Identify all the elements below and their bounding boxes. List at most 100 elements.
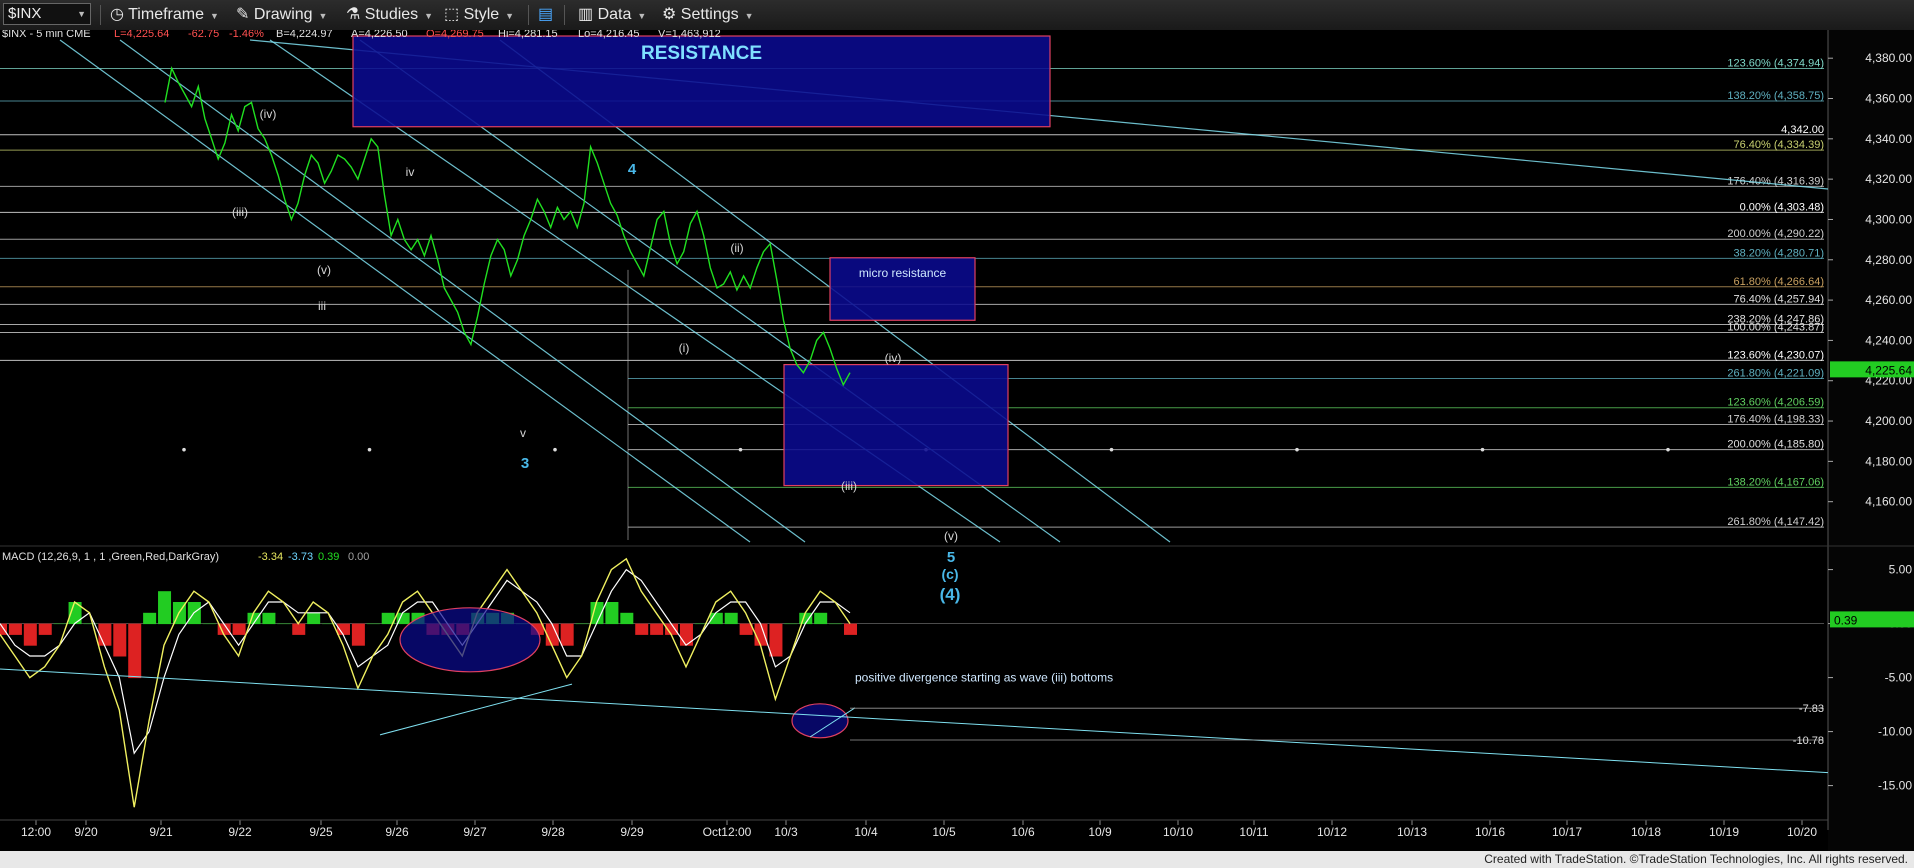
macd-histogram-bar [844, 623, 857, 635]
chevron-down-icon: ▼ [209, 11, 219, 21]
layout-button[interactable]: ▤ [538, 4, 553, 26]
macd-histogram-bar [620, 612, 634, 625]
x-tick-label: 10/6 [1011, 825, 1035, 839]
x-tick-label: 10/17 [1552, 825, 1582, 839]
macd-histogram-bar [560, 623, 574, 646]
macd-y-tick-label: 5.00 [1889, 563, 1913, 577]
x-tick-label: 10/16 [1475, 825, 1505, 839]
window-icon: ▤ [538, 6, 554, 23]
y-tick-label: 4,180.00 [1865, 454, 1912, 468]
toolbar: $INX ▼ ◷ Timeframe ▼ ✎ Drawing ▼ ⚗ Studies… [0, 0, 1914, 31]
macd-readout: 0.39 [318, 551, 339, 563]
wave-label: (iii) [841, 479, 857, 493]
macd-histogram-bar [814, 612, 828, 625]
zone-label: micro resistance [859, 266, 947, 280]
open-readout: O=4,269.75 [426, 30, 484, 40]
wave-label: (iv) [260, 107, 277, 121]
toolbar-divider [564, 5, 565, 25]
fib-level-label: 0.00% (4,303.48) [1740, 201, 1824, 213]
pivot-marker [367, 447, 372, 452]
x-tick-label: 9/20 [74, 825, 98, 839]
chevron-down-icon: ▼ [505, 11, 515, 21]
macd-level-label: -10.78 [1793, 735, 1824, 747]
y-tick-label: 4,380.00 [1865, 51, 1912, 65]
timeframe-menu[interactable]: ◷ Timeframe ▼ [110, 4, 219, 26]
macd-histogram-bar [351, 623, 365, 646]
low-readout: Lo=4,216.45 [578, 30, 639, 40]
change-pct-readout: -1.46% [229, 30, 264, 40]
pivot-marker [1109, 447, 1114, 452]
macd-annotation: positive divergence starting as wave (ii… [855, 671, 1113, 685]
macd-histogram-bar [202, 623, 216, 625]
toolbar-divider [100, 5, 101, 25]
wave-label: (v) [317, 263, 331, 277]
macd-histogram-bar [98, 623, 112, 646]
bid-readout: B=4,224.97 [276, 30, 333, 40]
gear-icon: ⚙ [662, 6, 677, 23]
symbol-text: $INX [8, 5, 42, 22]
macd-y-tick-label: -10.00 [1878, 725, 1912, 739]
last-price-label: 4,225.64 [1865, 363, 1912, 377]
macd-histogram-bar [635, 623, 649, 635]
macd-histogram-bar [128, 623, 142, 679]
drawing-menu[interactable]: ✎ Drawing ▼ [236, 4, 327, 26]
macd-y-tick-label: -15.00 [1878, 779, 1912, 793]
change-readout: -62.75 [188, 30, 219, 40]
symbol-selector[interactable]: $INX ▼ [3, 3, 91, 25]
style-menu[interactable]: ⬚ Style ▼ [444, 4, 514, 26]
fib-level-label: 176.40% (4,198.33) [1727, 413, 1824, 425]
macd-readout: -3.34 [258, 551, 283, 563]
chevron-down-icon: ▼ [424, 11, 434, 21]
macd-histogram-bar [292, 623, 306, 635]
macd-histogram-bar [724, 612, 738, 625]
fib-level-label: 138.20% (4,167.06) [1727, 476, 1824, 488]
chart-area[interactable]: 4,380.00 4,360.00 4,340.00 4,320.00 4,300.00… [0, 30, 1914, 851]
clock-icon: ◷ [110, 6, 124, 23]
ask-readout: A=4,226.50 [351, 30, 408, 40]
macd-histogram-bar [277, 623, 291, 625]
data-menu[interactable]: ▥ Data ▼ [578, 4, 646, 26]
fib-level-label: 138.20% (4,358.75) [1727, 90, 1824, 102]
wave-label: v [520, 426, 526, 440]
pivot-marker [1666, 447, 1670, 452]
wave-label: (ii) [730, 241, 743, 255]
settings-menu[interactable]: ⚙ Settings ▼ [662, 4, 754, 26]
zone-label: RESISTANCE [641, 43, 762, 64]
footer-credit: Created with TradeStation. ©TradeStation… [1484, 852, 1908, 866]
y-tick-label: 4,200.00 [1865, 414, 1912, 428]
settings-label: Settings [680, 6, 739, 23]
y-tick-label: 4,280.00 [1865, 253, 1912, 267]
studies-label: Studies [364, 6, 419, 23]
wave-label: (v) [944, 529, 958, 543]
y-tick-label: 4,320.00 [1865, 172, 1912, 186]
macd-histogram-bar [113, 623, 127, 657]
x-tick-label: 12:00 [21, 825, 51, 839]
wave-label: (i) [679, 341, 690, 355]
macd-histogram-bar [53, 623, 67, 625]
fib-level-label: 261.80% (4,221.09) [1727, 368, 1824, 380]
fib-level-label: 200.00% (4,185.80) [1727, 439, 1824, 451]
macd-histogram-bar [605, 602, 619, 625]
flask-icon: ⚗ [346, 6, 361, 23]
macd-histogram-bar [679, 623, 693, 646]
bar-chart-icon: ▥ [578, 6, 594, 23]
macd-histogram-bar [650, 623, 664, 635]
timeframe-label: Timeframe [128, 6, 204, 23]
macd-level-label: -7.83 [1799, 703, 1824, 715]
pivot-marker [553, 447, 557, 452]
fib-level-label: 76.40% (4,257.94) [1733, 293, 1824, 305]
fib-level-label: 200.00% (4,290.22) [1727, 228, 1824, 240]
footer: Created with TradeStation. ©TradeStation… [0, 851, 1914, 868]
pivot-marker [182, 447, 186, 452]
macd-histogram-bar [575, 623, 589, 625]
macd-histogram-bar [23, 623, 37, 646]
wave-label: iv [406, 165, 415, 179]
style-label: Style [463, 6, 500, 23]
x-tick-label: 10/18 [1631, 825, 1661, 839]
drawing-label: Drawing [253, 6, 313, 23]
fib-level-label: 61.80% (4,266.64) [1733, 276, 1824, 288]
volume-readout: V=1,463,912 [658, 30, 721, 40]
fib-level-label: 4,342.00 [1781, 124, 1824, 136]
studies-menu[interactable]: ⚗ Studies ▼ [346, 4, 433, 26]
x-tick-label: 9/27 [463, 825, 487, 839]
